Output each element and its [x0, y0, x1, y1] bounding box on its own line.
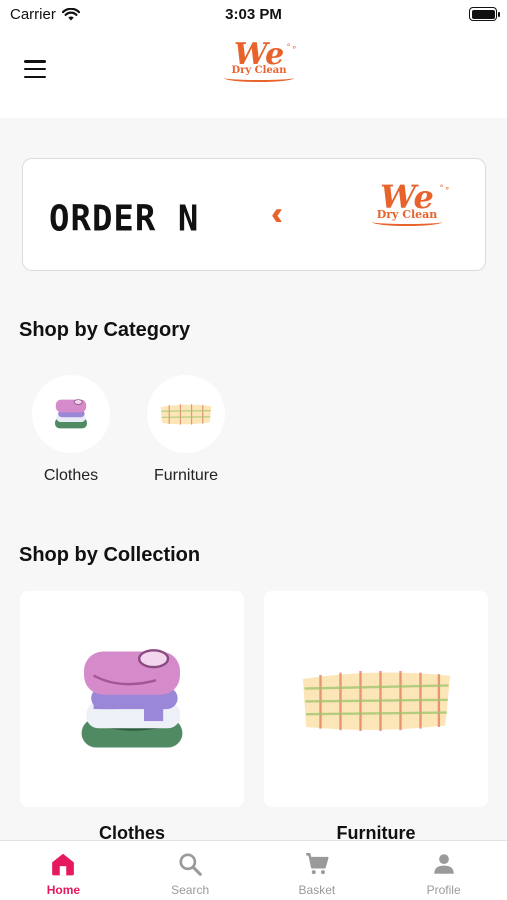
plaid-blanket-icon: [302, 671, 450, 731]
folded-clothes-icon: [81, 648, 183, 747]
tab-search[interactable]: Search: [127, 841, 254, 900]
hamburger-menu-icon[interactable]: [24, 60, 46, 78]
tab-basket-label: Basket: [298, 883, 336, 897]
tab-search-label: Search: [171, 883, 210, 897]
status-bar: Carrier 3:03 PM: [0, 0, 507, 28]
person-icon: [433, 854, 454, 874]
category-circle: [32, 375, 110, 453]
bottom-tab-bar: Home Search Basket Profile: [0, 840, 507, 900]
banner-arrows-icon: ‹‹‹: [271, 195, 283, 231]
promo-banner[interactable]: ORDER N ‹‹‹ We Dry Clean °∘: [22, 158, 486, 271]
tab-home-label: Home: [46, 883, 81, 897]
logo-bubbles-icon: °∘: [286, 42, 298, 52]
tab-profile-label: Profile: [426, 883, 461, 897]
category-item-clothes[interactable]: Clothes: [21, 375, 121, 485]
search-icon: [179, 853, 202, 876]
category-section-title: Shop by Category: [19, 319, 191, 341]
logo-swoosh: [224, 74, 294, 82]
category-circle: [147, 375, 225, 453]
banner-logo-bubbles-icon: °∘: [439, 183, 451, 193]
tab-basket[interactable]: Basket: [254, 841, 381, 900]
category-label-furniture: Furniture: [153, 467, 219, 484]
banner-logo-swoosh: [372, 218, 442, 226]
folded-clothes-icon: [55, 399, 87, 429]
home-icon: [52, 853, 75, 876]
banner-logo: We Dry Clean °∘: [357, 181, 457, 251]
collection-card-clothes[interactable]: [20, 591, 244, 807]
app-header: We Dry Clean °∘: [0, 28, 507, 118]
cart-icon: [306, 853, 329, 875]
category-label-clothes: Clothes: [43, 467, 99, 484]
collection-section-title: Shop by Collection: [19, 544, 201, 566]
category-item-furniture[interactable]: Furniture: [136, 375, 236, 485]
battery-icon: [469, 7, 500, 21]
header-logo: We Dry Clean °∘: [214, 40, 304, 100]
plaid-blanket-icon: [160, 404, 212, 425]
tab-profile[interactable]: Profile: [380, 841, 507, 900]
tab-home[interactable]: Home: [0, 841, 127, 900]
collection-card-furniture[interactable]: [264, 591, 488, 807]
banner-text: ORDER N: [49, 198, 200, 240]
status-time: 3:03 PM: [225, 6, 282, 23]
